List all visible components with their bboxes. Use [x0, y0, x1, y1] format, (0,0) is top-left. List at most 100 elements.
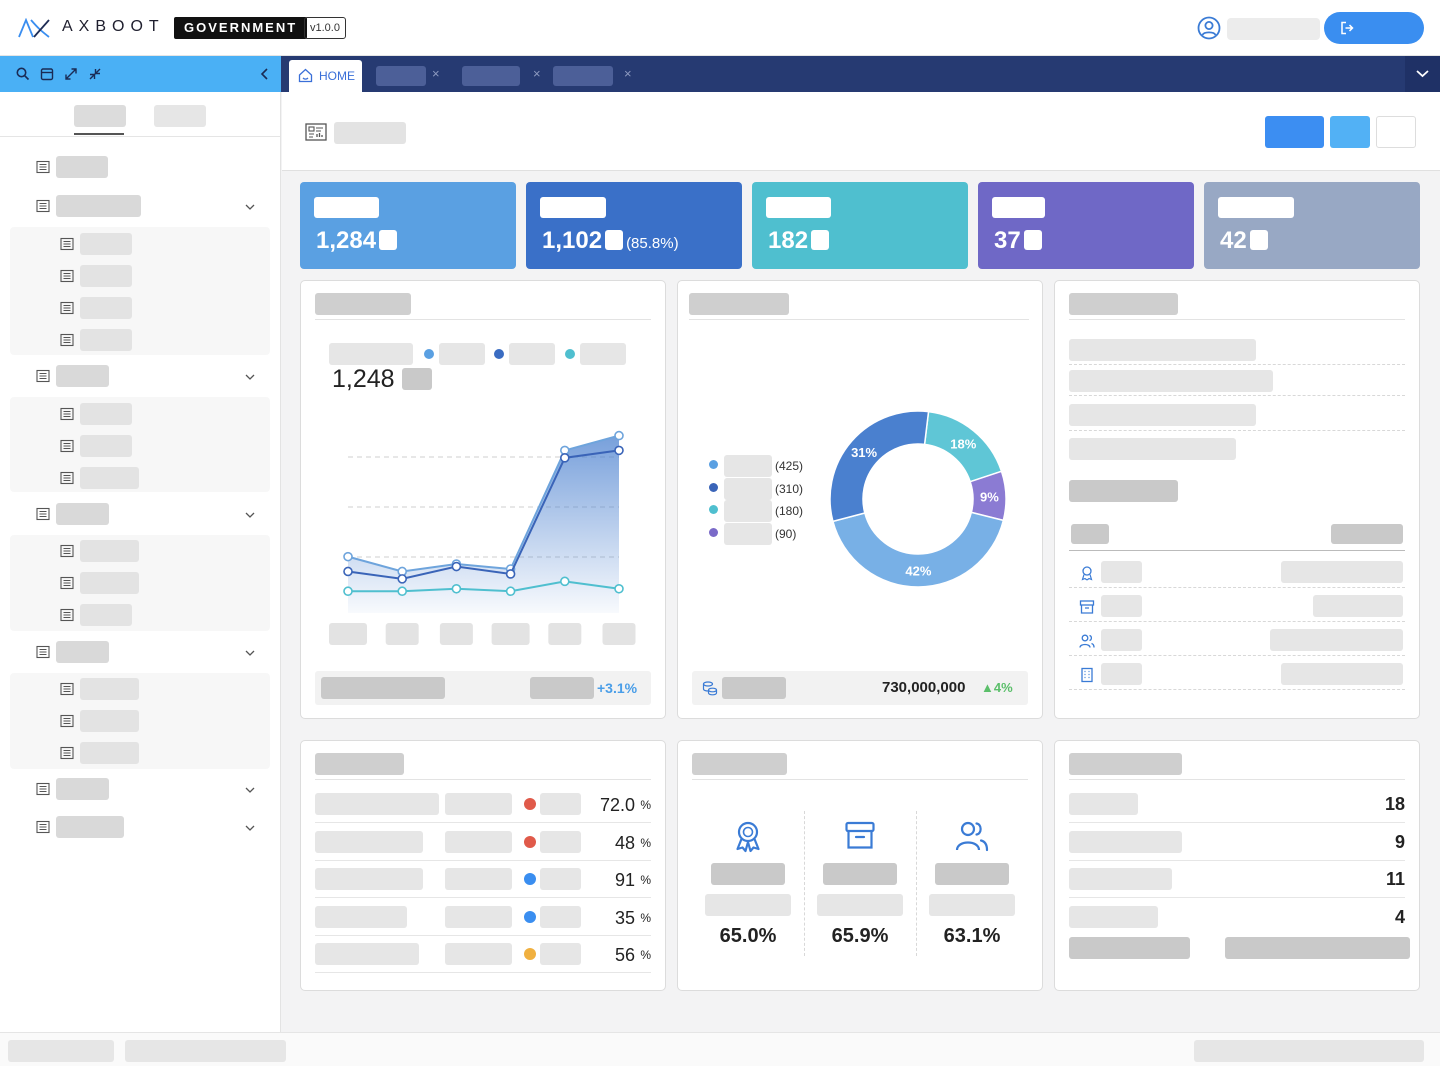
submenu-item[interactable] — [60, 572, 141, 594]
data-point — [343, 586, 353, 597]
main-content: 1,284 1,102 (85.8%) 182 37 42 1,248 +3.1% — [282, 92, 1440, 1032]
sidebar — [0, 92, 281, 1032]
tab-close-icon[interactable]: × — [432, 66, 440, 81]
submenu-item-label — [80, 742, 139, 764]
secondary-button[interactable] — [1330, 116, 1370, 148]
legend-dot — [709, 505, 718, 514]
submenu-item[interactable] — [60, 604, 134, 626]
primary-button[interactable] — [1265, 116, 1324, 148]
tertiary-button[interactable] — [1376, 116, 1416, 148]
card-divider — [1069, 319, 1405, 320]
slice-label: 18% — [950, 437, 976, 452]
tab-close-icon[interactable]: × — [533, 66, 541, 81]
stat-card-3[interactable]: 182 — [752, 182, 968, 269]
rate-value: 91 — [614, 870, 635, 890]
tab-item[interactable] — [553, 66, 613, 86]
tab-item[interactable] — [376, 66, 426, 86]
submenu-item[interactable] — [60, 467, 141, 489]
submenu-item[interactable] — [60, 678, 141, 700]
stat-card-2[interactable]: 1,102 (85.8%) — [526, 182, 742, 269]
rate-unit: % — [640, 798, 651, 812]
card-title — [692, 753, 787, 775]
row-label — [1101, 629, 1142, 651]
rate-unit: % — [640, 948, 651, 962]
sidebar-tab-active[interactable] — [74, 105, 126, 127]
menu-item[interactable] — [36, 156, 108, 178]
submenu-item[interactable] — [60, 403, 134, 425]
submenu-item[interactable] — [60, 742, 141, 764]
submenu-item[interactable] — [60, 265, 134, 287]
logout-button[interactable] — [1324, 12, 1424, 44]
submenu-item-label — [80, 265, 132, 287]
tab-close-icon[interactable]: × — [624, 66, 632, 81]
rate-category — [445, 830, 512, 853]
info-row — [1069, 339, 1405, 365]
stat-card-4[interactable]: 37 — [978, 182, 1194, 269]
menu-item[interactable] — [36, 503, 109, 525]
row-value — [1281, 663, 1403, 685]
users-icon — [955, 819, 989, 858]
submenu-item[interactable] — [60, 710, 141, 732]
rate-status — [540, 793, 581, 815]
menu-item[interactable] — [36, 816, 124, 838]
data-point — [559, 576, 570, 587]
submenu-item[interactable] — [60, 329, 134, 351]
tab-home[interactable]: HOME — [289, 60, 362, 92]
chevron-down-icon[interactable] — [244, 508, 256, 520]
footer-text — [1194, 1040, 1424, 1062]
trend-footer: +3.1% — [315, 671, 651, 705]
submenu-item-label — [80, 467, 139, 489]
row-label — [1101, 663, 1142, 685]
search-icon[interactable] — [15, 66, 31, 82]
slice-label: 9% — [980, 489, 999, 504]
chevron-down-icon[interactable] — [244, 783, 256, 795]
tab-more-button[interactable] — [1405, 56, 1440, 92]
menu-item[interactable] — [36, 195, 141, 217]
count-value: 18 — [1384, 794, 1405, 814]
info-table-header — [1069, 521, 1405, 551]
rate-label — [315, 943, 419, 965]
chevron-down-icon[interactable] — [244, 370, 256, 382]
submenu-item[interactable] — [60, 233, 134, 255]
menu-item[interactable] — [36, 778, 109, 800]
rate-label — [315, 793, 439, 815]
submenu-item-label — [80, 710, 139, 732]
app-header: AXBOOT GOVERNMENT v1.0.0 — [0, 0, 1440, 56]
rate-row: 56% — [315, 936, 651, 973]
data-point — [343, 566, 353, 577]
data-point — [451, 561, 462, 572]
stat-label — [314, 197, 379, 218]
menu-item[interactable] — [36, 641, 109, 663]
status-dot — [524, 798, 536, 810]
building-icon — [1079, 667, 1095, 688]
collapse-icon[interactable] — [87, 66, 103, 82]
submenu-item[interactable] — [60, 297, 134, 319]
stat-label — [540, 197, 606, 218]
tab-item[interactable] — [462, 66, 520, 86]
chevron-down-icon[interactable] — [244, 646, 256, 658]
stat-card-1[interactable]: 1,284 — [300, 182, 516, 269]
expand-icon[interactable] — [63, 66, 79, 82]
slice-label: 31% — [851, 445, 877, 460]
calendar-icon[interactable] — [39, 66, 55, 82]
info-row — [1069, 370, 1405, 396]
submenu-item[interactable] — [60, 540, 141, 562]
legend-count: (425) — [775, 459, 804, 473]
menu-item-label — [56, 156, 108, 178]
document-icon — [60, 301, 74, 320]
kpi-divider — [916, 811, 917, 956]
submenu-item[interactable] — [60, 435, 134, 457]
info-text — [1069, 339, 1256, 361]
kpi-label — [711, 863, 785, 885]
menu-item[interactable] — [36, 365, 109, 387]
chevron-left-icon[interactable] — [257, 66, 273, 82]
user-name — [1227, 18, 1320, 40]
home-icon — [298, 68, 313, 83]
info-table-row — [1069, 626, 1405, 656]
user-icon[interactable] — [1197, 16, 1221, 40]
stat-card-5[interactable]: 42 — [1204, 182, 1420, 269]
stat-unit — [811, 230, 830, 250]
sidebar-tab[interactable] — [154, 105, 206, 127]
chevron-down-icon[interactable] — [244, 821, 256, 833]
chevron-down-icon[interactable] — [244, 200, 256, 212]
